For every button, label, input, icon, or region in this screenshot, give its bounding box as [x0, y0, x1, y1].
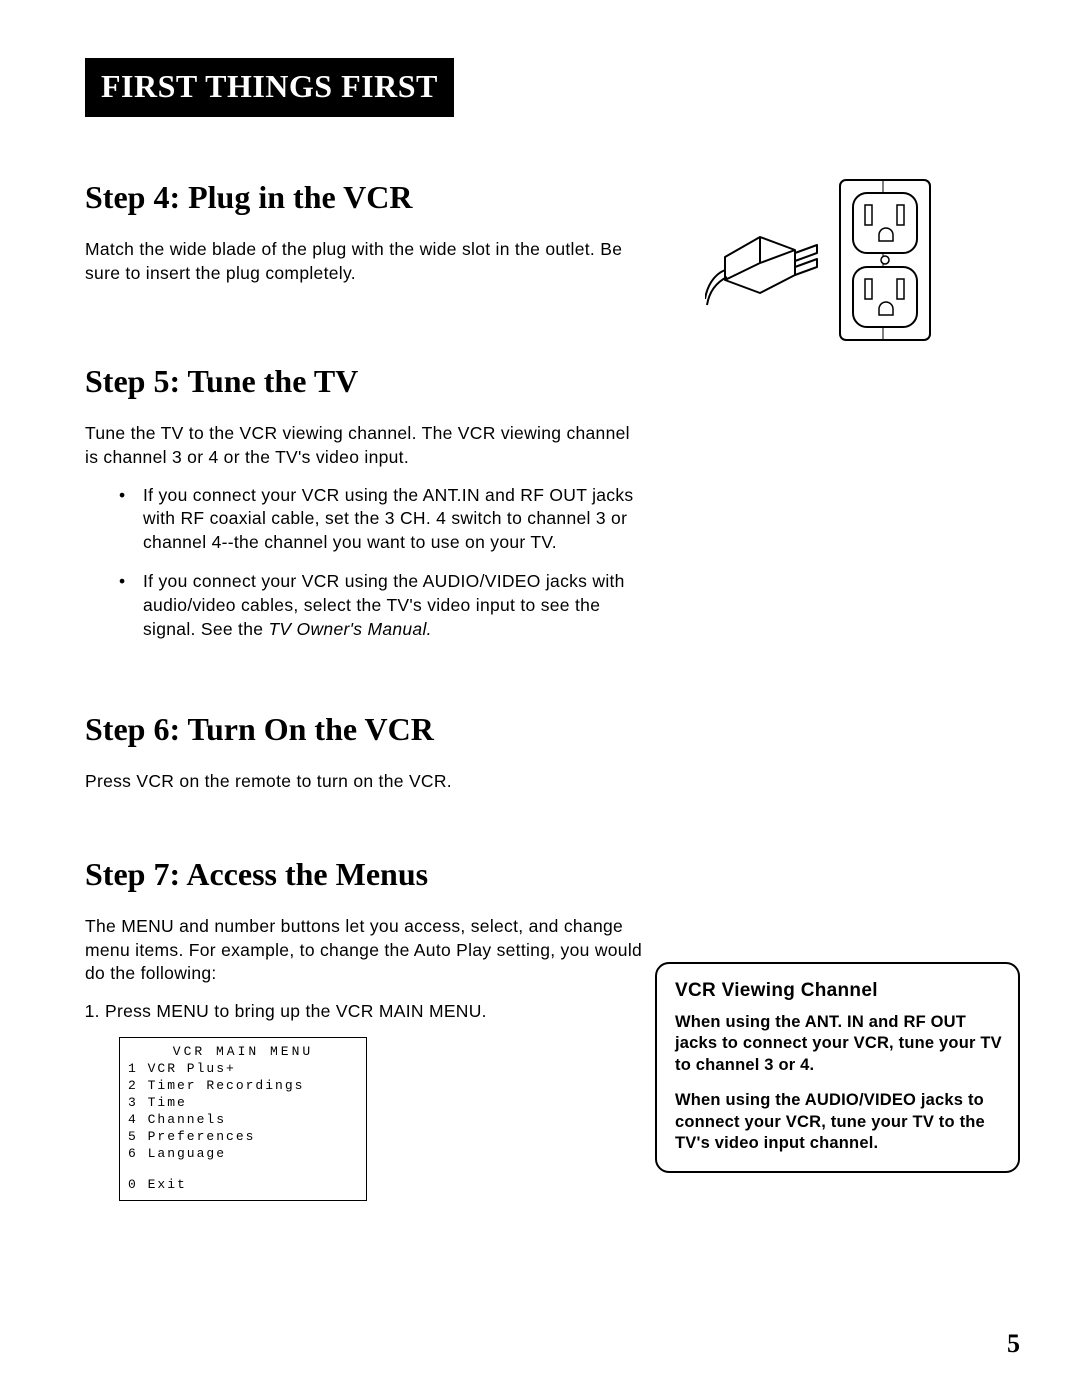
step-7-heading: Step 7: Access the Menus: [85, 856, 645, 893]
step-5-paragraph: Tune the TV to the VCR viewing channel. …: [85, 422, 645, 469]
step-6-section: Step 6: Turn On the VCR Press VCR on the…: [85, 711, 645, 794]
step-7-paragraph: The MENU and number buttons let you acce…: [85, 915, 645, 986]
step-7-numbered-list: Press MENU to bring up the VCR MAIN MENU…: [85, 1000, 645, 1024]
menu-title: VCR MAIN MENU: [128, 1044, 358, 1061]
step-5-section: Step 5: Tune the TV Tune the TV to the V…: [85, 363, 645, 641]
step-7-item-1: Press MENU to bring up the VCR MAIN MENU…: [105, 1000, 645, 1024]
step-5-bullet-list: If you connect your VCR using the ANT.IN…: [85, 484, 645, 642]
step-5-heading: Step 5: Tune the TV: [85, 363, 645, 400]
step-4-section: Step 4: Plug in the VCR Match the wide b…: [85, 179, 645, 285]
callout-title: VCR Viewing Channel: [675, 980, 1004, 1002]
menu-item-3: 3 Time: [128, 1095, 358, 1112]
menu-exit: 0 Exit: [128, 1177, 358, 1194]
menu-item-4: 4 Channels: [128, 1112, 358, 1129]
vcr-main-menu-box: VCR MAIN MENU 1 VCR Plus+ 2 Timer Record…: [119, 1037, 367, 1200]
step-4-heading: Step 4: Plug in the VCR: [85, 179, 645, 216]
page-number: 5: [1007, 1329, 1020, 1359]
vcr-viewing-channel-callout: VCR Viewing Channel When using the ANT. …: [655, 962, 1020, 1173]
step-5-bullet-2: If you connect your VCR using the AUDIO/…: [119, 570, 645, 641]
menu-item-6: 6 Language: [128, 1146, 358, 1163]
main-content-column: Step 4: Plug in the VCR Match the wide b…: [85, 179, 645, 1201]
menu-item-2: 2 Timer Recordings: [128, 1078, 358, 1095]
step-5-bullet-2-ref: TV Owner's Manual.: [268, 619, 431, 639]
step-4-paragraph: Match the wide blade of the plug with th…: [85, 238, 645, 285]
step-6-heading: Step 6: Turn On the VCR: [85, 711, 645, 748]
manual-page: FIRST THINGS FIRST: [0, 0, 1080, 1397]
menu-item-5: 5 Preferences: [128, 1129, 358, 1146]
plug-outlet-illustration: [705, 175, 940, 345]
step-6-paragraph: Press VCR on the remote to turn on the V…: [85, 770, 645, 794]
step-7-section: Step 7: Access the Menus The MENU and nu…: [85, 856, 645, 1201]
callout-paragraph-2: When using the AUDIO/VIDEO jacks to conn…: [675, 1090, 1004, 1154]
menu-item-1: 1 VCR Plus+: [128, 1061, 358, 1078]
section-header: FIRST THINGS FIRST: [85, 58, 454, 117]
step-5-bullet-1: If you connect your VCR using the ANT.IN…: [119, 484, 645, 555]
callout-paragraph-1: When using the ANT. IN and RF OUT jacks …: [675, 1012, 1004, 1076]
